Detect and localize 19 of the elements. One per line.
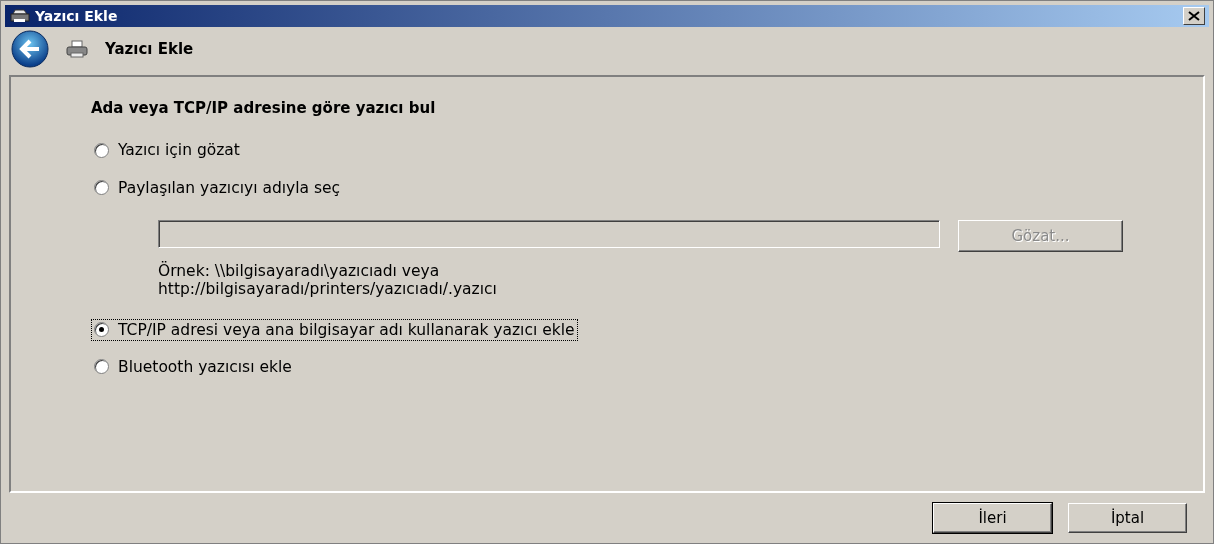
radio-option[interactable]: TCP/IP adresi veya ana bilgisayar adı kullanarak yazıcı ekle xyxy=(91,318,578,341)
radio-button[interactable] xyxy=(94,359,109,374)
example-text: Örnek: \\bilgisayaradı\yazıcıadı veya http://bilgisayaradı/printers/yazıcıadı/.yazıcı xyxy=(158,262,498,298)
radio-button[interactable] xyxy=(94,322,109,337)
cancel-button[interactable]: İptal xyxy=(1068,503,1187,533)
close-button[interactable] xyxy=(1183,7,1205,25)
radio-option[interactable]: Bluetooth yazıcısı ekle xyxy=(91,355,295,378)
printer-icon xyxy=(9,8,31,24)
close-icon xyxy=(1188,11,1200,21)
radio-option[interactable]: Yazıcı için gözat xyxy=(91,139,243,161)
back-arrow-button[interactable] xyxy=(11,30,49,68)
printer-name-field[interactable] xyxy=(158,220,940,248)
radio-button[interactable] xyxy=(94,180,109,195)
page-title: Yazıcı Ekle xyxy=(105,40,194,58)
section-heading: Ada veya TCP/IP adresine göre yazıcı bul xyxy=(91,99,437,117)
printer-icon xyxy=(65,39,89,59)
window-title: Yazıcı Ekle xyxy=(35,8,119,24)
radio-option[interactable]: Paylaşılan yazıcıyı adıyla seç xyxy=(91,176,344,199)
next-button[interactable]: İleri xyxy=(933,503,1052,533)
